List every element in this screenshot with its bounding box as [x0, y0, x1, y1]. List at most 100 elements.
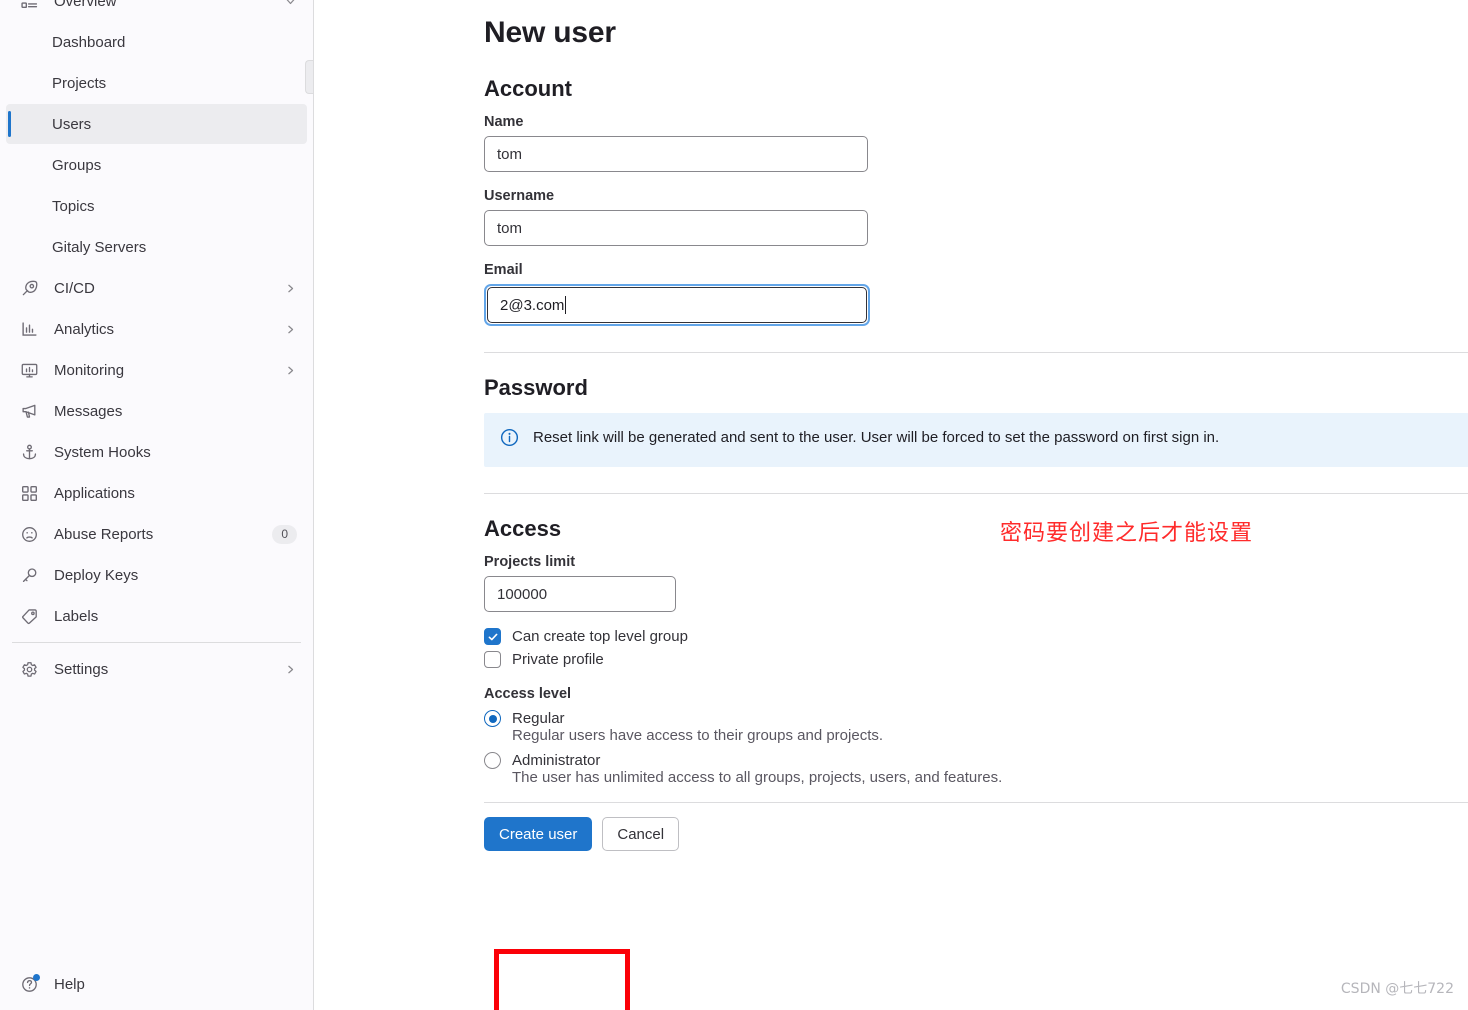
- sidebar-item-label: Projects: [52, 74, 107, 92]
- sidebar-item-label: Dashboard: [52, 33, 126, 51]
- sidebar-item-label: System Hooks: [54, 443, 151, 461]
- private-profile-checkbox[interactable]: [484, 651, 501, 668]
- overview-icon: [18, 0, 40, 10]
- sidebar-item-monitoring[interactable]: Monitoring: [6, 350, 307, 390]
- sidebar-item-dashboard[interactable]: Dashboard: [6, 22, 307, 62]
- account-section: Account Name Username Email 2@3.com: [484, 76, 1468, 326]
- frown-icon: [18, 525, 40, 543]
- email-input[interactable]: 2@3.com: [487, 287, 867, 323]
- private-profile-label: Private profile: [512, 651, 604, 668]
- sidebar-item-projects[interactable]: Projects: [6, 63, 307, 103]
- access-level-administrator-description: The user has unlimited access to all gro…: [512, 769, 1003, 786]
- key-icon: [18, 566, 40, 584]
- access-level-regular-label: Regular: [512, 710, 565, 727]
- sidebar-item-analytics[interactable]: Analytics: [6, 309, 307, 349]
- sidebar-help-section: Help: [0, 964, 313, 1004]
- sidebar-item-label: Applications: [54, 484, 135, 502]
- main-content: New user Account Name Username Email 2@: [314, 0, 1468, 1010]
- chevron-right-icon: [284, 323, 297, 336]
- sidebar-item-label: Topics: [52, 197, 95, 215]
- anchor-icon: [18, 443, 40, 461]
- sidebar-item-label: Abuse Reports: [54, 525, 154, 543]
- chevron-right-icon: [284, 663, 297, 676]
- username-label: Username: [484, 188, 555, 204]
- access-level-regular-radio[interactable]: [484, 710, 501, 727]
- sidebar-item-label: Groups: [52, 156, 102, 174]
- can-create-top-level-group-label: Can create top level group: [512, 628, 688, 645]
- create-user-button[interactable]: Create user: [484, 817, 593, 851]
- username-field-group: Username: [484, 188, 1468, 246]
- megaphone-icon: [18, 402, 40, 420]
- projects-limit-input[interactable]: [484, 576, 676, 612]
- sidebar-item-gitaly-servers[interactable]: Gitaly Servers: [6, 227, 307, 267]
- text-caret: [565, 296, 567, 314]
- sidebar-item-help[interactable]: Help: [6, 964, 307, 1004]
- chevron-down-icon: [284, 0, 297, 8]
- sidebar-item-labels[interactable]: Labels: [6, 596, 307, 636]
- gear-icon: [18, 660, 40, 678]
- projects-limit-label: Projects limit: [484, 554, 576, 570]
- sidebar-item-abuse-reports[interactable]: Abuse Reports 0: [6, 514, 307, 554]
- sidebar-item-label: Help: [54, 975, 85, 993]
- rocket-icon: [18, 279, 40, 297]
- sidebar-item-label: Labels: [54, 607, 99, 625]
- sidebar-item-label: Analytics: [54, 320, 115, 338]
- section-divider-password-access: [484, 493, 1468, 494]
- name-input[interactable]: [484, 136, 868, 172]
- sidebar-item-groups[interactable]: Groups: [6, 145, 307, 185]
- chart-icon: [18, 320, 40, 338]
- account-section-title: Account: [484, 76, 572, 101]
- password-alert-text: Reset link will be generated and sent to…: [533, 429, 1220, 446]
- app-root: Overview Dashboard Projects Users Groups…: [0, 0, 1468, 1010]
- sidebar-item-topics[interactable]: Topics: [6, 186, 307, 226]
- sidebar-item-label: Users: [52, 115, 92, 133]
- access-level-administrator-label: Administrator: [512, 752, 601, 769]
- page-title: New user: [484, 16, 616, 49]
- sidebar-item-settings[interactable]: Settings: [6, 649, 307, 689]
- csdn-watermark: CSDN @七七722: [1340, 981, 1454, 997]
- sidebar-item-applications[interactable]: Applications: [6, 473, 307, 513]
- can-create-top-level-group-row[interactable]: Can create top level group: [484, 628, 1468, 645]
- red-annotation-text: 密码要创建之后才能设置: [1000, 521, 1254, 546]
- info-circle-icon: [500, 428, 519, 453]
- projects-limit-field-group: Projects limit: [484, 554, 1468, 612]
- password-section: Password Reset link will be generated an…: [484, 375, 1468, 467]
- chevron-right-icon: [284, 364, 297, 377]
- username-input[interactable]: [484, 210, 868, 246]
- email-input-value: 2@3.com: [500, 296, 565, 314]
- can-create-top-level-group-checkbox[interactable]: [484, 628, 501, 645]
- grid-icon: [18, 484, 40, 502]
- sidebar-divider: [12, 642, 301, 643]
- sidebar-item-label: Monitoring: [54, 361, 125, 379]
- private-profile-row[interactable]: Private profile: [484, 651, 1468, 668]
- sidebar-item-overview[interactable]: Overview: [6, 0, 307, 21]
- access-level-label: Access level: [484, 686, 572, 702]
- abuse-reports-count-badge: 0: [272, 524, 297, 544]
- password-section-title: Password: [484, 375, 588, 400]
- access-section: Access Projects limit Can create top lev…: [484, 516, 1468, 786]
- sidebar-item-system-hooks[interactable]: System Hooks: [6, 432, 307, 472]
- access-level-regular-row[interactable]: Regular: [484, 710, 1468, 727]
- form-actions: Create user Cancel: [484, 802, 1468, 851]
- sidebar-nav-list: Overview Dashboard Projects Users Groups…: [0, 0, 313, 689]
- password-info-alert: Reset link will be generated and sent to…: [484, 413, 1468, 467]
- access-section-title: Access: [484, 516, 562, 541]
- email-input-focus-ring: 2@3.com: [484, 284, 870, 326]
- sidebar-item-label: CI/CD: [54, 279, 95, 297]
- email-field-group: Email 2@3.com: [484, 262, 1468, 326]
- access-level-administrator-radio[interactable]: [484, 752, 501, 769]
- chevron-right-icon: [284, 282, 297, 295]
- tag-icon: [18, 607, 40, 625]
- name-field-group: Name: [484, 114, 1468, 172]
- sidebar-item-messages[interactable]: Messages: [6, 391, 307, 431]
- admin-sidebar: Overview Dashboard Projects Users Groups…: [0, 0, 314, 1010]
- help-circle-icon: [18, 974, 40, 993]
- sidebar-item-cicd[interactable]: CI/CD: [6, 268, 307, 308]
- section-divider-account-password: [484, 352, 1468, 353]
- sidebar-item-users[interactable]: Users: [6, 104, 307, 144]
- access-level-administrator-row[interactable]: Administrator: [484, 752, 1468, 769]
- sidebar-item-deploy-keys[interactable]: Deploy Keys: [6, 555, 307, 595]
- sidebar-item-label: Gitaly Servers: [52, 238, 147, 256]
- name-label: Name: [484, 114, 524, 130]
- cancel-button[interactable]: Cancel: [602, 817, 680, 851]
